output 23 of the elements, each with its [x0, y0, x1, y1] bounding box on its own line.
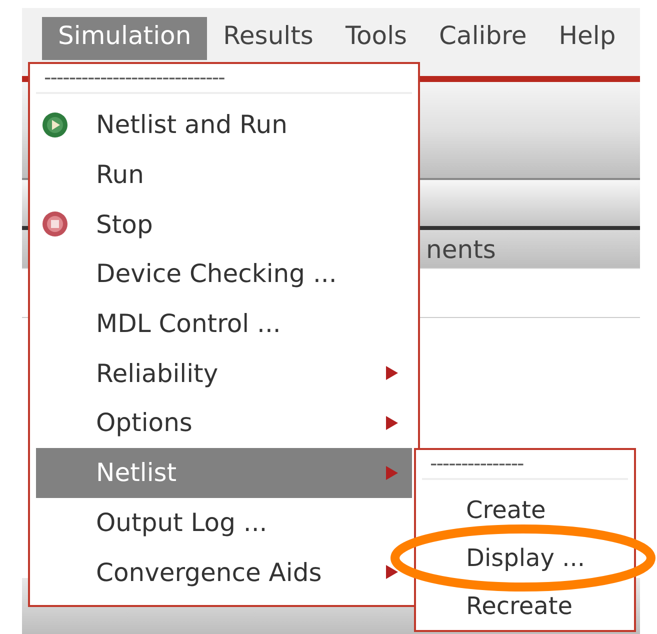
menu-bar-item[interactable]: Help	[542, 17, 632, 60]
menu-item[interactable]: Reliability	[36, 348, 412, 398]
menu-item[interactable]: Device Checking ...	[36, 249, 412, 299]
tear-off-line[interactable]: ---------------	[422, 450, 628, 480]
menu-item[interactable]: Display ...	[464, 544, 587, 572]
menu-bar-item[interactable]: Tools	[329, 17, 424, 60]
menu-item[interactable]: Stop	[36, 199, 412, 250]
menu-item[interactable]: Output Log ...	[36, 498, 412, 548]
menu-bar-item[interactable]: Simulation	[42, 17, 208, 60]
menu-item[interactable]: Run	[36, 150, 412, 200]
play-icon	[42, 112, 68, 138]
menu-item[interactable]: Options	[36, 398, 412, 448]
menu-item[interactable]: Convergence Aids	[36, 547, 412, 597]
menu-item[interactable]: Netlist	[36, 448, 412, 498]
menu-bar-item[interactable]: Results	[207, 17, 330, 60]
menu-item[interactable]: Create	[464, 496, 548, 524]
menu-item[interactable]: MDL Control ...	[36, 298, 412, 348]
stop-icon	[42, 211, 68, 238]
menu-item[interactable]: Recreate	[464, 592, 575, 620]
tear-off-line[interactable]: -----------------------------	[36, 64, 412, 94]
column-header-text: nents	[426, 234, 496, 264]
menu-bar-item[interactable]: Calibre	[423, 17, 543, 60]
menu-item[interactable]: Netlist and Run	[36, 100, 412, 150]
